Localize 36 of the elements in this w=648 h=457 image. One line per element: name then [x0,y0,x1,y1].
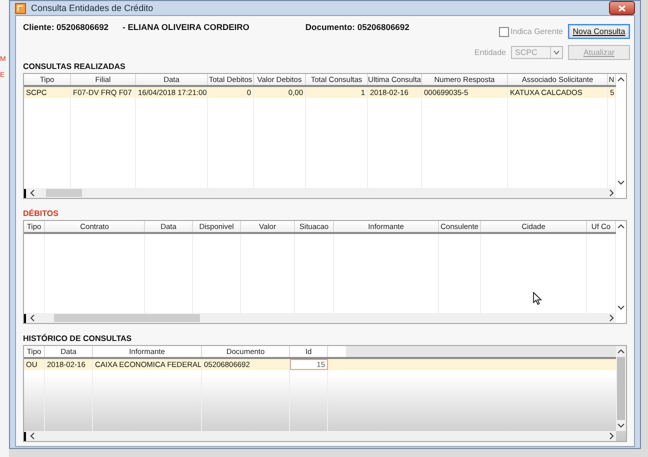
scroll-left-icon[interactable] [29,314,37,322]
vertical-scrollbar[interactable] [616,346,626,431]
scroll-up-icon[interactable] [617,223,625,231]
scroll-right-icon[interactable] [608,432,616,440]
scroll-up-icon[interactable] [617,76,625,84]
client-name: - ELIANA OLIVEIRA CORDEIRO [122,22,250,34]
close-button[interactable] [609,1,635,15]
horizontal-scrollbar[interactable] [24,313,616,323]
scroll-left-icon[interactable] [29,189,37,197]
scroll-left-icon[interactable] [29,432,37,440]
action-button[interactable]: Nova Consulta [568,24,630,39]
document-label: Documento: 05206806692 [305,22,410,34]
section-title: DÉBITOS [23,209,60,218]
vertical-scrollbar[interactable] [616,221,626,313]
horizontal-scrollbar[interactable] [24,188,616,198]
scroll-right-icon[interactable] [608,189,616,197]
scroll-up-icon[interactable] [617,348,625,356]
entidade-label: Entidade [474,48,506,57]
close-icon [618,4,626,12]
scroll-down-icon[interactable] [617,178,625,186]
mouse-cursor-icon [533,292,542,305]
client-label: Cliente: 05206806692 [23,22,109,34]
section-title: HISTÓRICO DE CONSULTAS [23,334,133,343]
scroll-thumb[interactable] [617,357,625,420]
window-title: Consulta Entidades de Crédito [31,3,154,13]
section-title: CONSULTAS REALIZADAS [23,62,126,71]
horizontal-scrollbar[interactable] [24,431,616,441]
row-marker [24,432,26,440]
scroll-thumb[interactable] [46,189,82,197]
scroll-right-icon[interactable] [608,314,616,322]
scroll-thumb[interactable] [54,314,200,322]
vertical-scrollbar[interactable] [616,74,626,188]
row-marker [24,314,26,322]
row-marker [24,188,26,198]
scroll-down-icon[interactable] [617,303,625,311]
scroll-down-icon[interactable] [617,421,625,429]
